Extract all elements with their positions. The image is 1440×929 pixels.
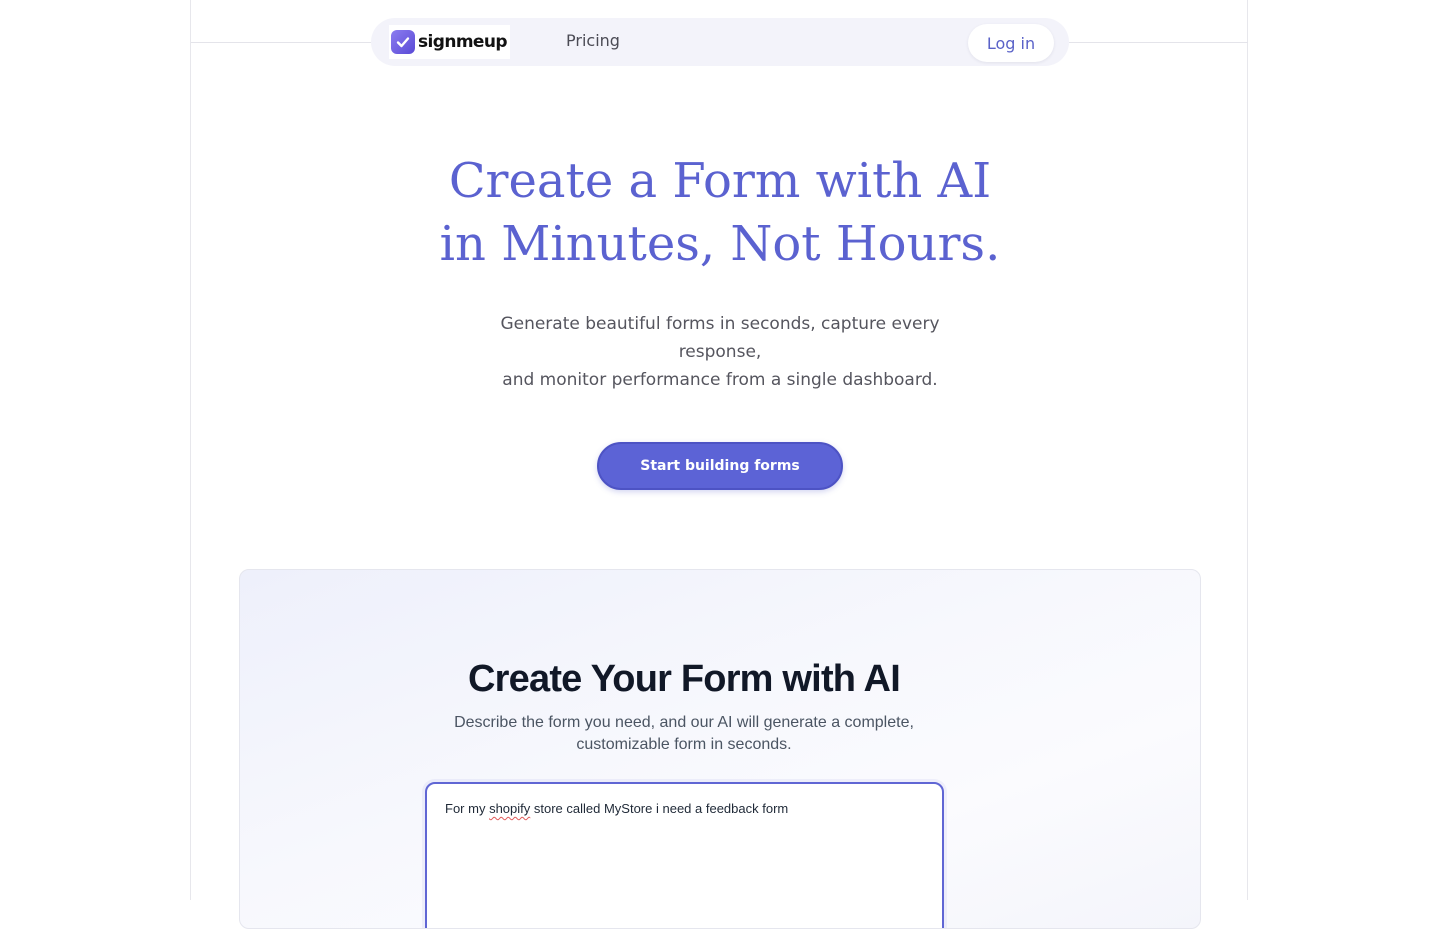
checkmark-badge-icon xyxy=(391,30,415,54)
logo-wordmark: signmeup xyxy=(418,32,508,52)
prompt-text-start: For my xyxy=(445,801,490,816)
ai-builder-description-line-2: customizable form in seconds. xyxy=(576,736,792,753)
hero-subtitle: Generate beautiful forms in seconds, cap… xyxy=(490,310,950,394)
nav-link-pricing[interactable]: Pricing xyxy=(566,31,620,50)
hero-subtitle-line-2: response, xyxy=(678,342,762,362)
ai-builder-description: Describe the form you need, and our AI w… xyxy=(415,712,953,756)
ai-form-builder-card: Create Your Form with AI Describe the fo… xyxy=(239,569,1201,929)
hero-title-line-1: Create a Form with AI xyxy=(448,153,992,209)
logo-link[interactable]: signmeup xyxy=(389,25,510,59)
ai-builder-title: Create Your Form with AI xyxy=(468,658,901,700)
hero-subtitle-line-1: Generate beautiful forms in seconds, cap… xyxy=(500,314,940,334)
hero-subtitle-line-3: and monitor performance from a single da… xyxy=(502,370,938,390)
hero-title: Create a Form with AI in Minutes, Not Ho… xyxy=(0,150,1440,276)
top-navbar: signmeup Pricing Log in xyxy=(371,18,1069,66)
start-building-forms-button[interactable]: Start building forms xyxy=(597,442,843,490)
ai-builder-description-line-1: Describe the form you need, and our AI w… xyxy=(454,714,914,731)
hero-title-line-2: in Minutes, Not Hours. xyxy=(439,216,1001,272)
form-prompt-textarea[interactable]: For my shopify store called MyStore i ne… xyxy=(425,782,944,928)
prompt-text-end: store called MyStore i need a feedback f… xyxy=(530,801,789,816)
login-button[interactable]: Log in xyxy=(968,24,1054,62)
prompt-text-misspelled-word: shopify xyxy=(489,801,531,816)
